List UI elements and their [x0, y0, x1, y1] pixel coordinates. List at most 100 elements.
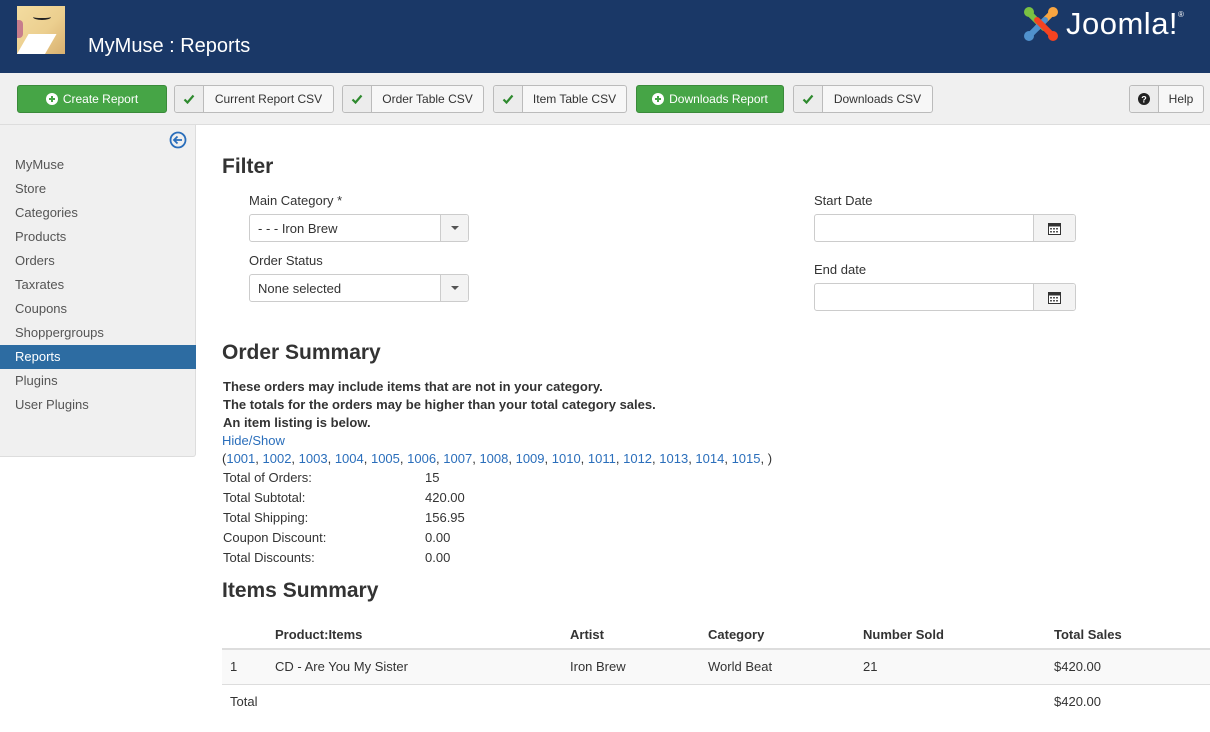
- order-note: These orders may include items that are …: [223, 379, 603, 394]
- sidebar-item-coupons[interactable]: Coupons: [0, 297, 196, 321]
- user-avatar: [17, 6, 65, 54]
- app-header: MyMuse : Reports Joomla! ®: [0, 0, 1210, 73]
- order-summary-heading: Order Summary: [222, 341, 381, 364]
- check-icon: [175, 86, 204, 112]
- help-button[interactable]: ? Help: [1129, 85, 1204, 113]
- order-id-link[interactable]: 1012: [623, 451, 652, 466]
- check-icon: [494, 86, 523, 112]
- cell-num: 1: [230, 659, 238, 675]
- create-report-button[interactable]: Create Report: [17, 85, 167, 113]
- sidebar-item-taxrates[interactable]: Taxrates: [0, 273, 196, 297]
- cell-sales: $420.00: [1054, 659, 1101, 675]
- cell-product: CD - Are You My Sister: [275, 659, 408, 675]
- item-table-csv-label: Item Table CSV: [532, 92, 617, 106]
- column-header-total-sales: Total Sales: [1054, 627, 1122, 642]
- sidebar: MyMuse Store Categories Products Orders …: [0, 125, 196, 457]
- stat-label: Total of Orders:: [223, 470, 312, 485]
- joomla-wordmark: Joomla!: [1066, 6, 1179, 41]
- order-id-link[interactable]: 1010: [552, 451, 581, 466]
- sidebar-item-categories[interactable]: Categories: [0, 201, 196, 225]
- order-id-link[interactable]: 1004: [335, 451, 364, 466]
- current-report-csv-label: Current Report CSV: [214, 92, 323, 106]
- start-date-label: Start Date: [814, 193, 873, 208]
- order-id-link[interactable]: 1011: [588, 451, 616, 466]
- order-id-link[interactable]: 1002: [263, 451, 292, 466]
- chevron-down-icon: [440, 275, 468, 301]
- check-icon: [343, 86, 372, 112]
- items-summary-heading: Items Summary: [222, 579, 379, 602]
- collapse-sidebar-icon[interactable]: [169, 131, 187, 149]
- order-table-csv-label: Order Table CSV: [382, 92, 473, 106]
- joomla-logo: Joomla! ®: [1022, 4, 1184, 44]
- column-header-product: Product:Items: [275, 627, 363, 642]
- sidebar-item-mymuse[interactable]: MyMuse: [0, 153, 196, 177]
- column-header-artist: Artist: [570, 627, 604, 642]
- cell-sold: 21: [863, 659, 878, 675]
- order-status-label: Order Status: [249, 253, 323, 268]
- main-category-select[interactable]: - - - Iron Brew: [249, 214, 469, 242]
- page-title: MyMuse : Reports: [88, 35, 251, 57]
- check-icon: [794, 86, 823, 112]
- cell-category: World Beat: [708, 659, 773, 675]
- order-id-link[interactable]: 1008: [479, 451, 508, 466]
- current-report-csv-button[interactable]: Current Report CSV: [174, 85, 334, 113]
- stat-label: Total Discounts:: [223, 550, 315, 565]
- item-table-csv-button[interactable]: Item Table CSV: [493, 85, 627, 113]
- sidebar-item-reports[interactable]: Reports: [0, 345, 196, 369]
- downloads-csv-label: Downloads CSV: [833, 92, 922, 106]
- order-table-csv-button[interactable]: Order Table CSV: [342, 85, 484, 113]
- total-value: $420.00: [1054, 694, 1101, 710]
- start-date-field: [814, 214, 1076, 242]
- stat-value: 0.00: [425, 530, 451, 545]
- main-category-value: - - - Iron Brew: [258, 220, 338, 236]
- order-id-link[interactable]: 1009: [516, 451, 545, 466]
- create-report-label: Create Report: [62, 92, 139, 106]
- downloads-report-label: Downloads Report: [669, 92, 768, 106]
- table-row: 1 CD - Are You My Sister Iron Brew World…: [222, 649, 1210, 684]
- calendar-icon[interactable]: [1033, 284, 1075, 310]
- stat-value: 15: [425, 470, 440, 485]
- order-note: The totals for the orders may be higher …: [223, 397, 656, 412]
- order-id-link[interactable]: 1003: [299, 451, 328, 466]
- column-header-number-sold: Number Sold: [863, 627, 944, 642]
- downloads-report-button[interactable]: Downloads Report: [636, 85, 784, 113]
- order-id-link[interactable]: 1001: [226, 451, 255, 466]
- order-id-link[interactable]: 1014: [695, 451, 724, 466]
- order-status-select[interactable]: None selected: [249, 274, 469, 302]
- order-note: An item listing is below.: [223, 415, 371, 430]
- stat-label: Total Subtotal:: [223, 490, 306, 505]
- order-id-list: (1001, 1002, 1003, 1004, 1005, 1006, 100…: [222, 451, 773, 466]
- help-label: Help: [1168, 92, 1194, 106]
- stat-value: 156.95: [425, 510, 465, 525]
- start-date-input[interactable]: [815, 215, 1033, 241]
- calendar-icon[interactable]: [1033, 215, 1075, 241]
- sidebar-item-plugins[interactable]: Plugins: [0, 369, 196, 393]
- table-total-row: Total $420.00: [222, 684, 1210, 719]
- order-id-link[interactable]: 1006: [407, 451, 436, 466]
- column-header-num: [222, 617, 267, 649]
- sidebar-item-store[interactable]: Store: [0, 177, 196, 201]
- order-status-value: None selected: [258, 280, 342, 296]
- table-header-row: Product:Items Artist Category Number Sol…: [222, 617, 1210, 649]
- sidebar-nav: MyMuse Store Categories Products Orders …: [0, 153, 196, 417]
- plus-circle-icon: [45, 93, 58, 105]
- order-id-link[interactable]: 1015: [732, 451, 761, 466]
- sidebar-item-orders[interactable]: Orders: [0, 249, 196, 273]
- downloads-csv-button[interactable]: Downloads CSV: [793, 85, 933, 113]
- stat-label: Total Shipping:: [223, 510, 309, 525]
- stat-value: 420.00: [425, 490, 465, 505]
- order-id-link[interactable]: 1005: [371, 451, 400, 466]
- sidebar-item-user-plugins[interactable]: User Plugins: [0, 393, 196, 417]
- end-date-input[interactable]: [815, 284, 1033, 310]
- hide-show-link[interactable]: Hide/Show: [222, 433, 285, 448]
- filter-heading: Filter: [222, 155, 274, 178]
- total-label: Total: [230, 694, 258, 710]
- cell-artist: Iron Brew: [570, 659, 626, 675]
- order-id-link[interactable]: 1013: [659, 451, 688, 466]
- sidebar-item-shoppergroups[interactable]: Shoppergroups: [0, 321, 196, 345]
- sidebar-item-products[interactable]: Products: [0, 225, 196, 249]
- plus-circle-icon: [652, 93, 665, 105]
- stat-value: 0.00: [425, 550, 451, 565]
- order-id-link[interactable]: 1007: [443, 451, 472, 466]
- joomla-logo-icon: [1024, 7, 1058, 41]
